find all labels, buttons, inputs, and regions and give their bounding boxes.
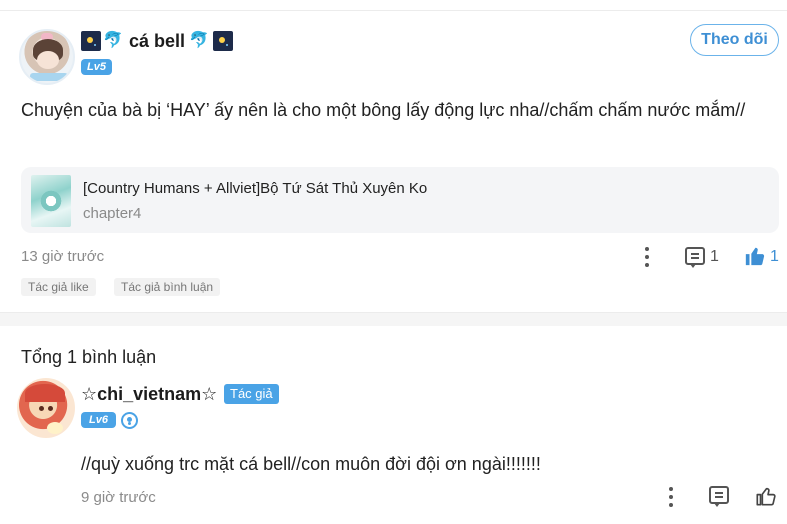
verified-icon — [121, 412, 138, 429]
post-text: Chuyện của bà bị ‘HAY’ ấy nên là cho một… — [21, 100, 746, 120]
post-timestamp: 13 giờ trước — [21, 248, 105, 265]
avatar[interactable] — [19, 29, 75, 85]
thumbs-up-icon[interactable] — [755, 485, 777, 507]
section-divider — [0, 312, 787, 326]
dolphin-emoji-icon: 🐬 — [189, 32, 209, 49]
dolphin-emoji-icon: 🐬 — [103, 32, 123, 49]
reply-timestamp: 9 giờ trước — [81, 489, 156, 506]
story-cover-thumbnail[interactable] — [31, 175, 71, 227]
author-liked-tag: Tác giả like — [21, 278, 96, 296]
post-author-name-row[interactable]: 🐬 cá bell 🐬 — [81, 29, 234, 53]
author-badge: Tác giả — [224, 384, 279, 404]
top-divider — [0, 10, 787, 11]
galaxy-emoji-icon — [213, 31, 234, 51]
reply-avatar[interactable] — [17, 378, 75, 438]
story-title[interactable]: [Country Humans + Allviet]Bộ Tứ Sát Thủ … — [83, 180, 427, 197]
like-count: 1 — [770, 248, 779, 265]
level-badge: Lv6 — [81, 412, 116, 428]
comment-icon[interactable] — [685, 247, 705, 268]
author-commented-tag: Tác giả bình luận — [114, 278, 221, 296]
total-comments-label: Tổng 1 bình luận — [21, 347, 157, 367]
galaxy-emoji-icon — [81, 31, 101, 51]
post-author-name[interactable]: cá bell — [129, 31, 185, 52]
story-chapter[interactable]: chapter4 — [83, 205, 141, 222]
follow-button[interactable]: Theo dõi — [690, 24, 779, 56]
comment-count: 1 — [710, 248, 719, 265]
level-badge: Lv5 — [81, 59, 112, 75]
more-dots-icon[interactable] — [668, 487, 674, 507]
comment-icon[interactable] — [709, 486, 729, 507]
reply-author-name[interactable]: ☆chi_vietnam☆ — [81, 384, 217, 405]
thumbs-up-icon[interactable] — [744, 245, 766, 267]
more-dots-icon[interactable] — [644, 247, 650, 267]
story-card[interactable] — [21, 167, 779, 233]
reply-text: //quỳ xuống trc mặt cá bell//con muôn đờ… — [81, 454, 541, 474]
